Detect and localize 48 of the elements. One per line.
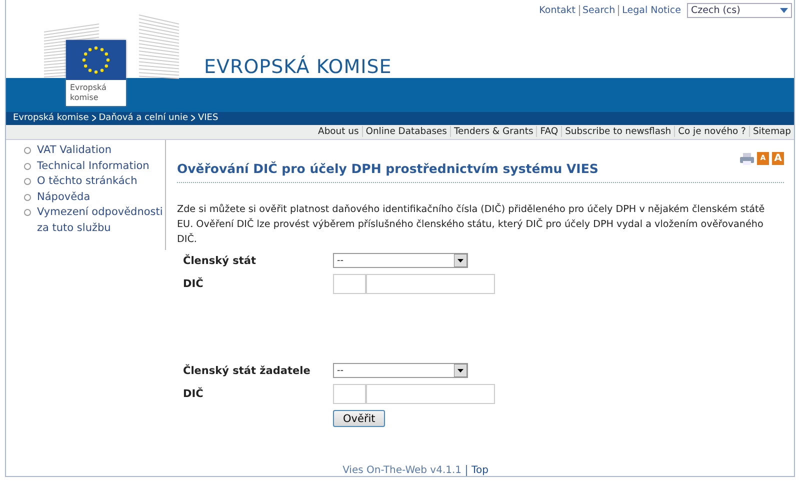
page-title: Ověřování DIČ pro účely DPH prostřednictvím systému VIES: [177, 161, 598, 176]
circle-icon: [24, 209, 31, 216]
nav-link[interactable]: Co je nového ?: [674, 126, 749, 138]
nav-link[interactable]: About us: [315, 126, 362, 138]
sidebar-item[interactable]: VAT Validation: [24, 143, 165, 158]
breadcrumb-link[interactable]: Daňová a celní unie: [98, 113, 188, 124]
language-select[interactable]: Czech (cs): [687, 3, 792, 18]
member-state-select[interactable]: --: [333, 253, 468, 268]
nav-link[interactable]: Subscribe to newsflash: [561, 126, 674, 138]
intro-text: Zde si můžete si ověřit platnost daňového identifikačního čísla (DIČ) přiděleného pro účely DPH v nějakém členském státě EU. Ověření DIČ lze provést výběrem příslušného členského státu, který DIČ pro účely DPH vydal a vložením ověřovaného DIČ.: [177, 202, 766, 247]
top-link[interactable]: Top: [466, 465, 488, 476]
vat-number-field[interactable]: [366, 274, 495, 294]
breadcrumb-link[interactable]: Evropská komise: [13, 113, 89, 124]
eu-flag-icon: [66, 40, 126, 80]
nav-link[interactable]: Online Databases: [362, 126, 450, 138]
sidebar-item[interactable]: Vymezení odpovědnosti za tuto službu: [24, 205, 165, 236]
vat-number-field[interactable]: [366, 384, 495, 404]
version-text: Vies On-The-Web v4.1.1: [342, 465, 462, 476]
field-label: DIČ: [183, 388, 204, 400]
print-icon[interactable]: [740, 152, 754, 164]
country-code-field[interactable]: [333, 274, 366, 294]
member-state-select[interactable]: --: [333, 363, 468, 378]
field-label: Členský stát: [183, 254, 258, 266]
field-label: Členský stát žadatele: [183, 364, 312, 376]
nav-link[interactable]: Tenders & Grants: [450, 126, 536, 138]
dropdown-arrow-icon: [780, 8, 788, 13]
site-title: EVROPSKÁ KOMISE: [204, 56, 392, 78]
nav-link[interactable]: FAQ: [536, 126, 562, 138]
circle-icon: [24, 162, 31, 170]
field-label: DIČ: [183, 278, 204, 290]
top-link[interactable]: Kontakt: [536, 5, 576, 16]
chevron-icon: [92, 115, 96, 122]
sidebar-item[interactable]: Technical Information: [24, 158, 165, 174]
breadcrumb-link[interactable]: VIES: [198, 113, 218, 124]
top-link[interactable]: Search: [578, 5, 616, 16]
dropdown-arrow-icon: [454, 254, 467, 267]
verify-button[interactable]: Ověřit: [333, 410, 386, 427]
dropdown-arrow-icon: [454, 364, 467, 377]
nav-link[interactable]: Sitemap: [748, 126, 794, 138]
logo-caption: Evropská komise: [69, 82, 108, 104]
top-link[interactable]: Legal Notice: [618, 5, 681, 16]
circle-icon: [24, 194, 31, 200]
circle-icon: [24, 147, 31, 154]
country-code-field[interactable]: [333, 384, 366, 404]
sidebar-item[interactable]: O těchto stránkách: [24, 174, 165, 190]
circle-icon: [24, 178, 31, 185]
sidebar-item[interactable]: Nápověda: [24, 190, 165, 205]
chevron-icon: [190, 115, 195, 122]
